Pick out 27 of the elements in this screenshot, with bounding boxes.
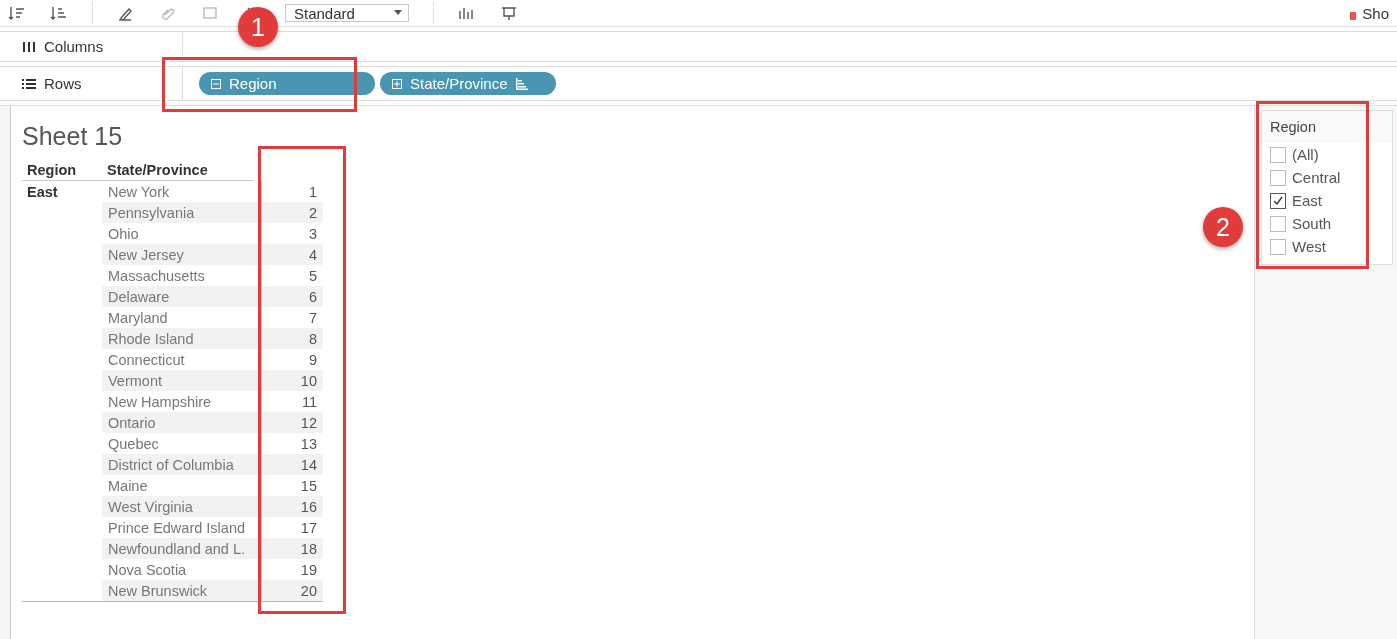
sheet-title: Sheet 15 [22,122,124,151]
table-cell: 8 [261,328,323,349]
callout-badge: 2 [1203,207,1243,247]
table-cell: Ontario [102,412,254,433]
table-cell: Delaware [102,286,254,307]
table-cell: Rhode Island [102,328,254,349]
table-cell: West Virginia [102,496,254,517]
table-cell: Vermont [102,370,254,391]
table-cell: 18 [261,538,323,559]
table-cell: District of Columbia [102,454,254,475]
table-cell: 2 [261,202,323,223]
filter-title: Region [1262,111,1392,143]
shelf-label: Columns [44,38,104,55]
column-header: Region [22,159,102,181]
table-cell: 10 [261,370,323,391]
table-cell: Newfoundland and L. [102,538,254,559]
table-cell: 16 [261,496,323,517]
table-cell: New Jersey [102,244,254,265]
table-cell: 14 [261,454,323,475]
table-cell: 12 [261,412,323,433]
table-cell: 4 [261,244,323,265]
table-cell: 20 [261,580,323,601]
shelf-label: Rows [44,75,82,92]
table-cell: 6 [261,286,323,307]
table-cell: New Brunswick [102,580,254,601]
table-cell: Pennsylvania [102,202,254,223]
row-header: East [26,182,59,202]
